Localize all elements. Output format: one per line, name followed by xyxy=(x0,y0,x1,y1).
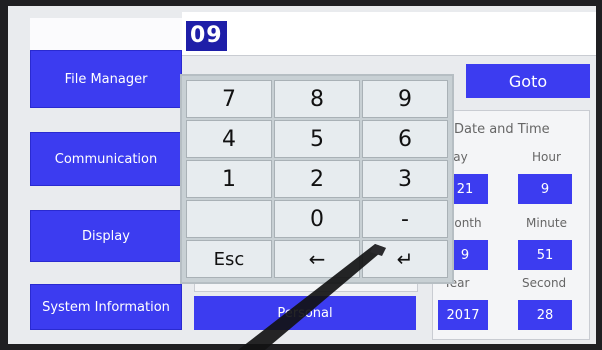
key-label: 1 xyxy=(222,166,236,192)
hour-value: 9 xyxy=(540,181,550,197)
key-label: ← xyxy=(308,247,326,271)
personal-button-label: Personal xyxy=(277,305,333,321)
goto-button[interactable]: Goto xyxy=(466,64,590,98)
key-7[interactable]: 7 xyxy=(186,80,272,118)
minute-field[interactable]: 51 xyxy=(518,240,572,270)
sidebar-item-label: Communication xyxy=(54,151,158,167)
sidebar-top-blank xyxy=(30,18,182,50)
entry-value: 09 xyxy=(186,21,227,51)
key-5[interactable]: 5 xyxy=(274,120,360,158)
hour-field[interactable]: 9 xyxy=(518,174,572,204)
sidebar-item-file-manager[interactable]: File Manager xyxy=(30,50,182,108)
key-label: 5 xyxy=(310,126,324,152)
key-label: 8 xyxy=(310,86,324,112)
key-label: ↵ xyxy=(396,247,414,271)
minute-value: 51 xyxy=(536,247,554,263)
key-3[interactable]: 3 xyxy=(362,160,448,198)
sidebar-item-communication[interactable]: Communication xyxy=(30,132,182,186)
sidebar-item-label: Display xyxy=(82,228,130,244)
hour-label: Hour xyxy=(532,150,561,164)
date-time-title: Date and Time xyxy=(454,122,550,137)
key-1[interactable]: 1 xyxy=(186,160,272,198)
month-value: 9 xyxy=(460,247,470,263)
year-field[interactable]: 2017 xyxy=(438,300,488,330)
key-label: 3 xyxy=(398,166,412,192)
numeric-entry-field[interactable]: 09 xyxy=(182,12,596,56)
key-label: 0 xyxy=(310,206,324,232)
day-value: 21 xyxy=(456,181,474,197)
key-2[interactable]: 2 xyxy=(274,160,360,198)
minute-label: Minute xyxy=(526,216,567,230)
key-8[interactable]: 8 xyxy=(274,80,360,118)
numeric-keypad: 7 8 9 4 5 6 1 2 3 0 - Esc ← ↵ xyxy=(182,76,452,282)
key-label: 9 xyxy=(398,86,412,112)
touch-screen: File Manager Communication Display Syste… xyxy=(8,6,596,344)
personal-button[interactable]: Personal xyxy=(194,296,416,330)
key-backspace[interactable]: ← xyxy=(274,240,360,278)
key-label: 6 xyxy=(398,126,412,152)
device-bezel: File Manager Communication Display Syste… xyxy=(0,0,602,350)
goto-label: Goto xyxy=(508,71,548,91)
second-value: 28 xyxy=(536,307,554,323)
second-field[interactable]: 28 xyxy=(518,300,572,330)
second-label: Second xyxy=(522,276,567,290)
year-value: 2017 xyxy=(446,307,480,323)
sidebar-item-label: System Information xyxy=(42,299,170,315)
key-0[interactable]: 0 xyxy=(274,200,360,238)
key--[interactable]: - xyxy=(362,200,448,238)
key-6[interactable]: 6 xyxy=(362,120,448,158)
key-blank[interactable] xyxy=(186,200,272,238)
sidebar-item-label: File Manager xyxy=(64,71,148,87)
sidebar-item-system-information[interactable]: System Information xyxy=(30,284,182,330)
key-enter[interactable]: ↵ xyxy=(362,240,448,278)
key-label: 2 xyxy=(310,166,324,192)
key-4[interactable]: 4 xyxy=(186,120,272,158)
key-9[interactable]: 9 xyxy=(362,80,448,118)
key-label: 7 xyxy=(222,86,236,112)
key-label: - xyxy=(401,206,409,232)
sidebar-item-display[interactable]: Display xyxy=(30,210,182,262)
key-label: Esc xyxy=(213,248,245,270)
key-esc[interactable]: Esc xyxy=(186,240,272,278)
key-label: 4 xyxy=(222,126,236,152)
